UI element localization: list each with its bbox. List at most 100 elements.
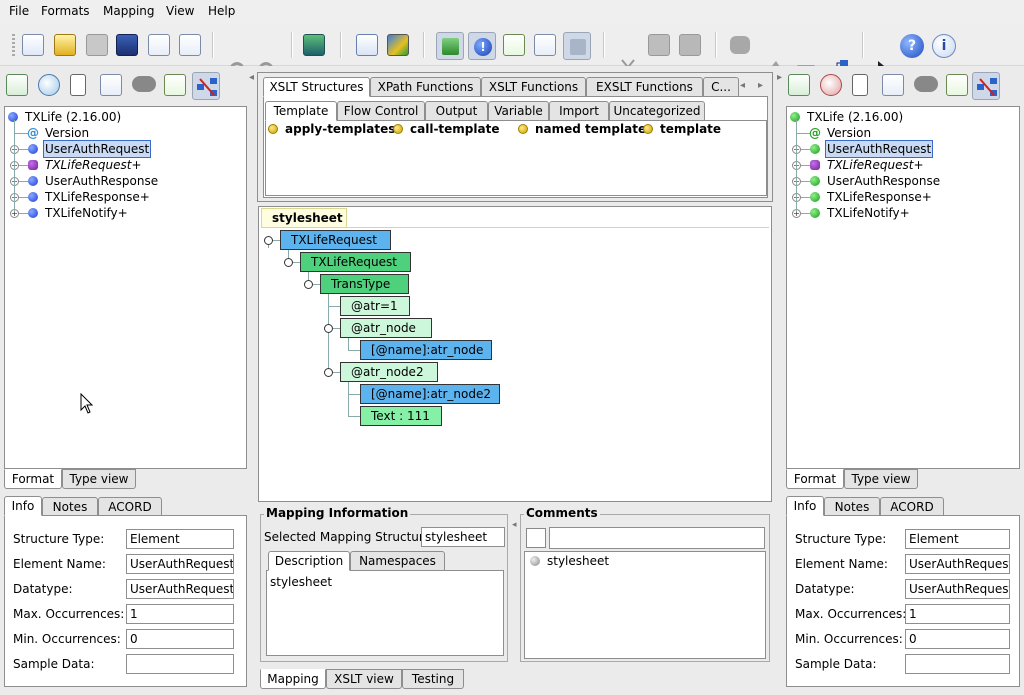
menu-formats[interactable]: Formats bbox=[41, 4, 90, 18]
tab-acord[interactable]: ACORD bbox=[98, 497, 162, 517]
comment-input[interactable] bbox=[549, 527, 765, 549]
stylesheet-tab[interactable]: stylesheet bbox=[261, 208, 347, 228]
item-named-template[interactable]: named template bbox=[535, 122, 646, 136]
comment-item[interactable]: stylesheet bbox=[547, 554, 609, 568]
menu-view[interactable]: View bbox=[166, 4, 194, 18]
import-icon[interactable] bbox=[303, 34, 325, 56]
structure-type-field[interactable]: Element bbox=[905, 529, 1010, 549]
tree-item[interactable]: + UserAuthRequest bbox=[4, 140, 234, 158]
mapping-node-atr-node2[interactable]: @atr_node2 bbox=[340, 362, 438, 382]
load-structure-icon[interactable] bbox=[6, 74, 28, 96]
menu-mapping[interactable]: Mapping bbox=[103, 4, 155, 18]
mapping-node-name-atr-node[interactable]: [@name]:atr_node bbox=[360, 340, 492, 360]
sample-data-field[interactable] bbox=[905, 654, 1010, 674]
sample-data-field[interactable] bbox=[126, 654, 234, 674]
tree-view-icon[interactable] bbox=[100, 74, 122, 96]
tab-info[interactable]: Info bbox=[4, 496, 42, 516]
description-textarea[interactable]: stylesheet bbox=[266, 570, 504, 656]
copy-icon[interactable] bbox=[648, 34, 670, 56]
element-name-field[interactable]: UserAuthRequest bbox=[126, 554, 234, 574]
node-expander[interactable] bbox=[304, 280, 313, 289]
mapping-node-atr-node[interactable]: @atr_node bbox=[340, 318, 432, 338]
menu-help[interactable]: Help bbox=[208, 4, 235, 18]
tab-description[interactable]: Description bbox=[268, 551, 350, 571]
edit-icon[interactable] bbox=[503, 34, 525, 56]
tab-acord-right[interactable]: ACORD bbox=[880, 497, 944, 517]
tree-item[interactable]: + TXLifeResponse+ bbox=[4, 189, 234, 205]
tree-item[interactable]: + UserAuthResponse bbox=[786, 173, 1016, 189]
tree-item[interactable]: + TXLifeNotify+ bbox=[4, 205, 234, 221]
tree-item[interactable]: + TXLifeRequest+ bbox=[786, 157, 1016, 173]
tab-overflow[interactable]: C... bbox=[703, 77, 739, 97]
document-icon[interactable] bbox=[70, 74, 86, 96]
item-template[interactable]: template bbox=[660, 122, 721, 136]
item-call-template[interactable]: call-template bbox=[410, 122, 499, 136]
mapping-node-text[interactable]: Text : 111 bbox=[360, 406, 442, 426]
right-panel-collapse-icon[interactable]: ▸ bbox=[777, 72, 782, 83]
tab-uncategorized[interactable]: Uncategorized bbox=[609, 101, 705, 121]
tab-namespaces[interactable]: Namespaces bbox=[350, 551, 445, 571]
open-folder-icon[interactable] bbox=[54, 34, 76, 56]
tab-flow-control[interactable]: Flow Control bbox=[337, 101, 425, 121]
toolbar-grip[interactable] bbox=[12, 34, 15, 56]
tab-variable[interactable]: Variable bbox=[488, 101, 549, 121]
binoculars-icon[interactable] bbox=[914, 76, 938, 92]
max-occurrences-field[interactable]: 1 bbox=[905, 604, 1010, 624]
node-expander[interactable] bbox=[324, 368, 333, 377]
tab-mapping[interactable]: Mapping bbox=[260, 669, 326, 689]
tab-xslt-functions[interactable]: XSLT Functions bbox=[481, 77, 586, 97]
node-expander[interactable] bbox=[324, 324, 333, 333]
search-icon[interactable] bbox=[820, 74, 842, 96]
document-icon[interactable] bbox=[852, 74, 868, 96]
tab-scroll-right-icon[interactable]: ▸ bbox=[758, 80, 763, 91]
new-file-icon[interactable] bbox=[22, 34, 44, 56]
save-disabled-icon[interactable] bbox=[86, 34, 108, 56]
tab-notes-right[interactable]: Notes bbox=[824, 497, 880, 517]
node-expander[interactable] bbox=[284, 258, 293, 267]
binoculars-icon[interactable] bbox=[132, 76, 156, 92]
about-icon[interactable]: i bbox=[932, 34, 956, 58]
element-name-field[interactable]: UserAuthRequest bbox=[905, 554, 1010, 574]
edit-structure-icon[interactable] bbox=[164, 74, 186, 96]
tab-type-view-right[interactable]: Type view bbox=[844, 469, 918, 489]
new-page-icon[interactable] bbox=[148, 34, 170, 56]
left-panel-collapse-icon[interactable]: ◂ bbox=[249, 72, 254, 83]
mapping-node-atr[interactable]: @atr=1 bbox=[340, 296, 410, 316]
datatype-field[interactable]: UserAuthRequest_ bbox=[126, 579, 234, 599]
info-toggle[interactable]: ! bbox=[468, 32, 496, 60]
tab-output[interactable]: Output bbox=[425, 101, 488, 121]
tab-xslt-structures[interactable]: XSLT Structures bbox=[263, 77, 370, 97]
max-occurrences-field[interactable]: 1 bbox=[126, 604, 234, 624]
tab-info-right[interactable]: Info bbox=[786, 496, 824, 516]
function-icon[interactable] bbox=[534, 34, 556, 56]
tab-scroll-left-icon[interactable]: ◂ bbox=[740, 80, 745, 91]
structure-type-field[interactable]: Element bbox=[126, 529, 234, 549]
selected-mapping-structure-field[interactable]: stylesheet bbox=[421, 527, 505, 547]
structure-toggle[interactable] bbox=[436, 32, 464, 60]
components-icon[interactable] bbox=[387, 34, 409, 56]
node-expander[interactable] bbox=[264, 236, 273, 245]
min-occurrences-field[interactable]: 0 bbox=[905, 629, 1010, 649]
tab-format[interactable]: Format bbox=[4, 469, 62, 489]
list-icon[interactable] bbox=[356, 34, 378, 56]
pin-toggle[interactable] bbox=[563, 32, 591, 60]
tree-item[interactable]: @ Version bbox=[786, 125, 1016, 141]
mapping-node-txliferequest-child[interactable]: TXLifeRequest bbox=[300, 252, 411, 272]
save-icon[interactable] bbox=[116, 34, 138, 56]
mapping-node-txliferequest[interactable]: TXLifeRequest bbox=[280, 230, 391, 250]
tab-import[interactable]: Import bbox=[549, 101, 609, 121]
mapping-canvas[interactable] bbox=[258, 206, 772, 502]
menu-file[interactable]: File bbox=[9, 4, 29, 18]
tree-item[interactable]: + TXLifeRequest+ bbox=[4, 157, 234, 173]
tab-xslt-view[interactable]: XSLT view bbox=[326, 669, 402, 689]
tab-template[interactable]: Template bbox=[265, 101, 337, 121]
search-icon[interactable] bbox=[38, 74, 60, 96]
add-comment-icon[interactable] bbox=[526, 528, 546, 548]
item-apply-templates[interactable]: apply-templates bbox=[285, 122, 395, 136]
tab-type-view[interactable]: Type view bbox=[62, 469, 136, 489]
tab-exslt-functions[interactable]: EXSLT Functions bbox=[586, 77, 703, 97]
load-structure-icon[interactable] bbox=[788, 74, 810, 96]
mapping-node-name-atr-node2[interactable]: [@name]:atr_node2 bbox=[360, 384, 500, 404]
puzzle-icon[interactable] bbox=[730, 36, 750, 54]
mapping-toggle[interactable] bbox=[192, 72, 220, 100]
